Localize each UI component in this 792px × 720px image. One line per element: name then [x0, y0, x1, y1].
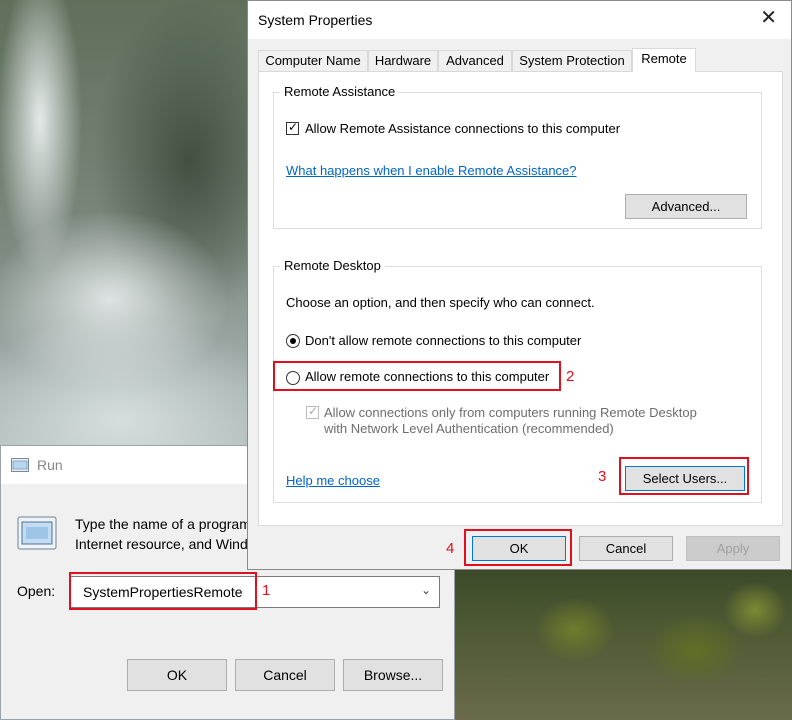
radio-selected-dot: [290, 338, 296, 344]
sp-apply-button[interactable]: Apply: [686, 536, 780, 561]
step-label-1: 1: [262, 582, 271, 599]
chevron-down-icon[interactable]: ⌄: [421, 583, 431, 597]
remote-desktop-instruction: Choose an option, and then specify who c…: [286, 295, 595, 310]
run-description: Type the name of a program, folder, docu…: [75, 514, 250, 554]
run-title: Run: [37, 457, 63, 473]
tab-system-protection[interactable]: System Protection: [512, 50, 632, 71]
remote-assistance-help-link[interactable]: What happens when I enable Remote Assist…: [286, 163, 577, 178]
run-description-line1: Type the name of a program, folder, docu…: [75, 516, 250, 532]
remote-assistance-label: Remote Assistance: [280, 84, 400, 99]
sp-titlebar: System Properties ✕: [248, 1, 791, 39]
open-label: Open:: [17, 583, 56, 599]
nla-label-line2: with Network Level Authentication (recom…: [324, 421, 614, 436]
step-label-3: 3: [598, 468, 607, 485]
run-cancel-button[interactable]: Cancel: [235, 659, 335, 691]
tab-hardware[interactable]: Hardware: [368, 50, 438, 71]
remote-assistance-group: Remote Assistance ✓ Allow Remote Assista…: [273, 84, 762, 229]
tab-remote[interactable]: Remote: [632, 48, 696, 72]
highlight-allow-remote: [273, 361, 561, 391]
help-me-choose-link[interactable]: Help me choose: [286, 473, 380, 488]
highlight-select-users: [619, 457, 749, 495]
checkmark-icon: ✓: [308, 404, 319, 418]
tab-computer-name[interactable]: Computer Name: [258, 50, 368, 71]
run-app-icon: [11, 458, 29, 472]
step-label-2: 2: [566, 368, 575, 385]
dont-allow-radio[interactable]: [286, 334, 300, 348]
dont-allow-label[interactable]: Don't allow remote connections to this c…: [305, 333, 581, 348]
sp-title: System Properties: [258, 12, 373, 28]
highlight-ok-button: [464, 529, 572, 566]
allow-remote-assistance-checkbox[interactable]: ✓: [286, 120, 299, 135]
run-program-icon: [17, 516, 57, 550]
checkmark-icon: ✓: [288, 120, 299, 134]
tab-advanced[interactable]: Advanced: [438, 50, 512, 71]
close-icon[interactable]: ✕: [760, 8, 777, 28]
sp-cancel-button[interactable]: Cancel: [579, 536, 673, 561]
remote-desktop-label: Remote Desktop: [280, 258, 385, 273]
advanced-button[interactable]: Advanced...: [625, 194, 747, 219]
nla-label-line1: Allow connections only from computers ru…: [324, 405, 697, 420]
run-browse-button[interactable]: Browse...: [343, 659, 443, 691]
wallpaper-landscape: [455, 570, 792, 720]
run-description-line2: Internet resource, and Windows will open…: [75, 536, 250, 552]
allow-remote-assistance-label[interactable]: Allow Remote Assistance connections to t…: [305, 121, 620, 136]
run-ok-button[interactable]: OK: [127, 659, 227, 691]
highlight-open-input: [69, 572, 257, 610]
step-label-4: 4: [446, 540, 455, 557]
nla-checkbox[interactable]: ✓: [306, 404, 319, 419]
